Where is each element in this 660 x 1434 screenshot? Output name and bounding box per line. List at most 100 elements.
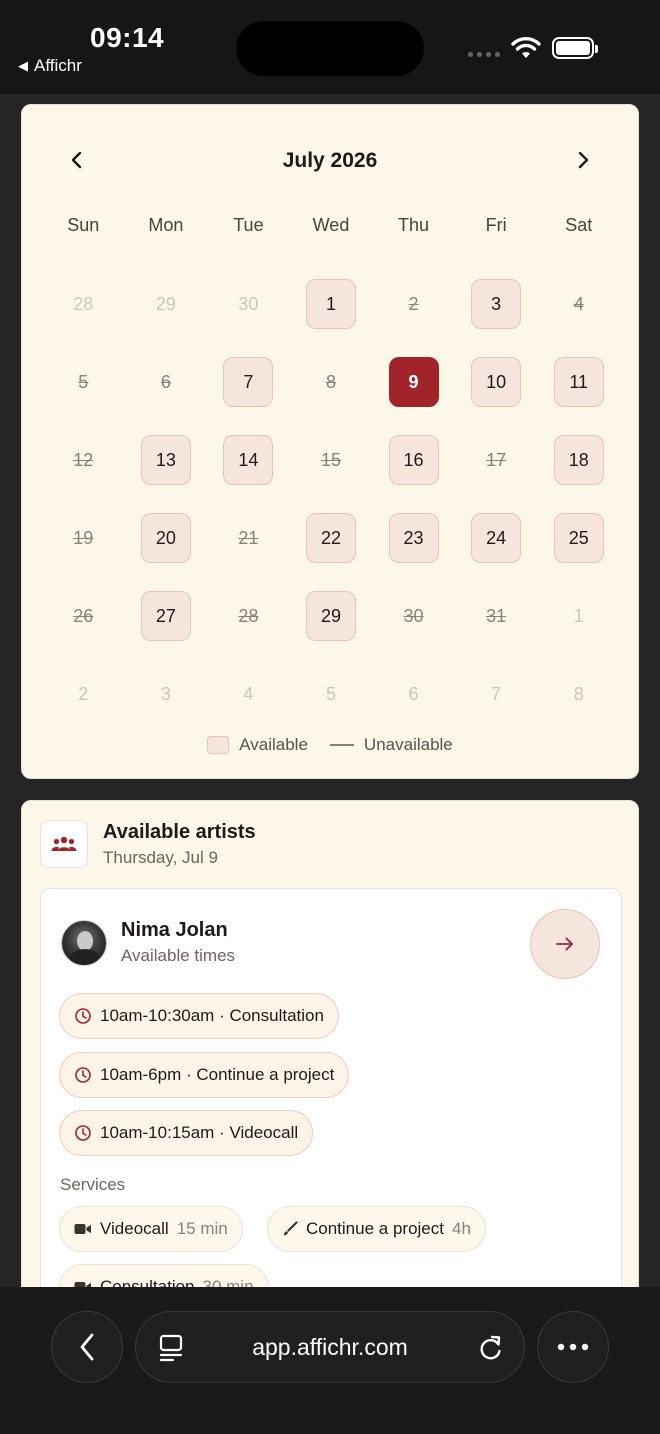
calendar-day-muted: 29 (125, 265, 208, 343)
back-app-label: Affichr (34, 56, 82, 75)
day-number: 28 (238, 605, 259, 626)
available-artists-card: Available artists Thursday, Jul 9 Nima J… (21, 800, 639, 1320)
clock-icon (75, 1067, 91, 1083)
reload-icon[interactable] (478, 1334, 504, 1362)
calendar-card: July 2026 Sun Mon Tue Wed Thu Fri Sat 28 29 30 1 2… (21, 104, 639, 779)
service-name: Continue a project (306, 1219, 444, 1238)
calendar-day-unavailable: 4 (537, 265, 620, 343)
time-slot-chip[interactable]: 10am-6pm · Continue a project (59, 1052, 350, 1098)
day-number: 17 (486, 449, 507, 470)
next-month-button[interactable] (568, 145, 598, 175)
calendar-day-available[interactable]: 20 (125, 499, 208, 577)
calendar-day-muted: 5 (290, 655, 373, 733)
calendar-day-available[interactable]: 25 (537, 499, 620, 577)
day-number: 24 (471, 513, 522, 563)
calendar-day-unavailable: 21 (207, 499, 290, 577)
day-number: 21 (238, 527, 259, 548)
calendar-day-available[interactable]: 14 (207, 421, 290, 499)
day-number: 28 (73, 293, 94, 314)
calendar-day-available[interactable]: 3 (455, 265, 538, 343)
status-bar: 09:14 ◀ Affichr (0, 0, 660, 94)
more-dots-icon (557, 1343, 589, 1351)
day-number: 23 (388, 513, 439, 563)
browser-toolbar: app.affichr.com (0, 1287, 660, 1434)
artist-card: Nima Jolan Available times 10am-10:30am … (40, 888, 622, 1319)
day-number: 8 (573, 683, 584, 704)
artist-subtitle: Available times (121, 946, 236, 965)
day-number: 4 (243, 683, 254, 704)
artist-name: Nima Jolan (121, 919, 228, 941)
calendar-day-muted: 1 (537, 577, 620, 655)
calendar-day-available[interactable]: 22 (290, 499, 373, 577)
calendar-day-muted: 30 (207, 265, 290, 343)
day-number: 2 (408, 293, 419, 314)
calendar-day-available[interactable]: 18 (537, 421, 620, 499)
time-slot-chip[interactable]: 10am-10:30am · Consultation (59, 993, 339, 1039)
weekday-header-row: Sun Mon Tue Wed Thu Fri Sat (42, 215, 620, 236)
video-icon (74, 1224, 91, 1234)
day-number: 6 (160, 371, 171, 392)
calendar-day-available[interactable]: 27 (125, 577, 208, 655)
calendar-day-available[interactable]: 16 (372, 421, 455, 499)
day-number: 22 (305, 513, 356, 563)
day-number: 3 (160, 683, 171, 704)
calendar-day-unavailable: 28 (207, 577, 290, 655)
calendar-day-available[interactable]: 7 (207, 343, 290, 421)
day-number: 29 (305, 591, 356, 641)
browser-back-button[interactable] (51, 1311, 123, 1383)
calendar-day-available[interactable]: 24 (455, 499, 538, 577)
day-number: 18 (553, 435, 604, 485)
calendar-header: July 2026 (22, 135, 638, 185)
signal-icon (468, 52, 500, 57)
url-text: app.affichr.com (252, 1334, 408, 1360)
day-number: 9 (388, 357, 439, 407)
calendar-day-grid: 28 29 30 1 2 3 4 5 6 7 8 9 10 11 12 13 14 15 16 17 18 19 20 21 2… (42, 265, 620, 733)
day-number: 29 (155, 293, 176, 314)
chevron-left-icon (80, 1333, 94, 1361)
day-number: 27 (140, 591, 191, 641)
calendar-day-unavailable: 6 (125, 343, 208, 421)
more-options-button[interactable] (537, 1311, 609, 1383)
service-chip[interactable]: Continue a project 4h (267, 1206, 486, 1252)
calendar-day-muted: 28 (42, 265, 125, 343)
day-number: 30 (238, 293, 259, 314)
day-number: 6 (408, 683, 419, 704)
weekday-label: Fri (485, 215, 507, 235)
weekday-label: Wed (312, 215, 350, 235)
day-number: 7 (223, 357, 274, 407)
day-number: 1 (573, 605, 584, 626)
calendar-day-available[interactable]: 23 (372, 499, 455, 577)
time-slot-chip[interactable]: 10am-10:15am · Videocall (59, 1110, 314, 1156)
day-number: 26 (73, 605, 94, 626)
dynamic-island (236, 21, 424, 76)
address-bar[interactable]: app.affichr.com (135, 1311, 525, 1383)
service-duration: 4h (451, 1219, 471, 1238)
time-slot-label: 10am-10:30am · Consultation (100, 1006, 324, 1025)
calendar-day-available[interactable]: 11 (537, 343, 620, 421)
back-to-app-link[interactable]: ◀ Affichr (18, 56, 82, 76)
day-number: 20 (140, 513, 191, 563)
section-title: Available artists (103, 821, 256, 843)
back-triangle-icon: ◀ (18, 58, 28, 73)
calendar-day-muted: 3 (125, 655, 208, 733)
service-name: Videocall (100, 1219, 169, 1238)
day-number: 2 (78, 683, 89, 704)
day-number: 11 (553, 357, 604, 407)
calendar-day-available[interactable]: 13 (125, 421, 208, 499)
weekday-label: Tue (233, 215, 264, 235)
calendar-day-selected[interactable]: 9 (372, 343, 455, 421)
calendar-day-unavailable: 8 (290, 343, 373, 421)
calendar-day-unavailable: 31 (455, 577, 538, 655)
calendar-day-available[interactable]: 1 (290, 265, 373, 343)
service-chip[interactable]: Videocall 15 min (59, 1206, 243, 1252)
clock-icon (75, 1008, 91, 1024)
time-slot-label: 10am-6pm · Continue a project (100, 1065, 335, 1084)
day-number: 12 (73, 449, 94, 470)
open-artist-button[interactable] (530, 909, 600, 979)
legend-available-label: Available (239, 735, 308, 754)
services-heading: Services (60, 1175, 126, 1194)
calendar-day-muted: 6 (372, 655, 455, 733)
calendar-day-muted: 2 (42, 655, 125, 733)
calendar-day-available[interactable]: 29 (290, 577, 373, 655)
calendar-day-available[interactable]: 10 (455, 343, 538, 421)
